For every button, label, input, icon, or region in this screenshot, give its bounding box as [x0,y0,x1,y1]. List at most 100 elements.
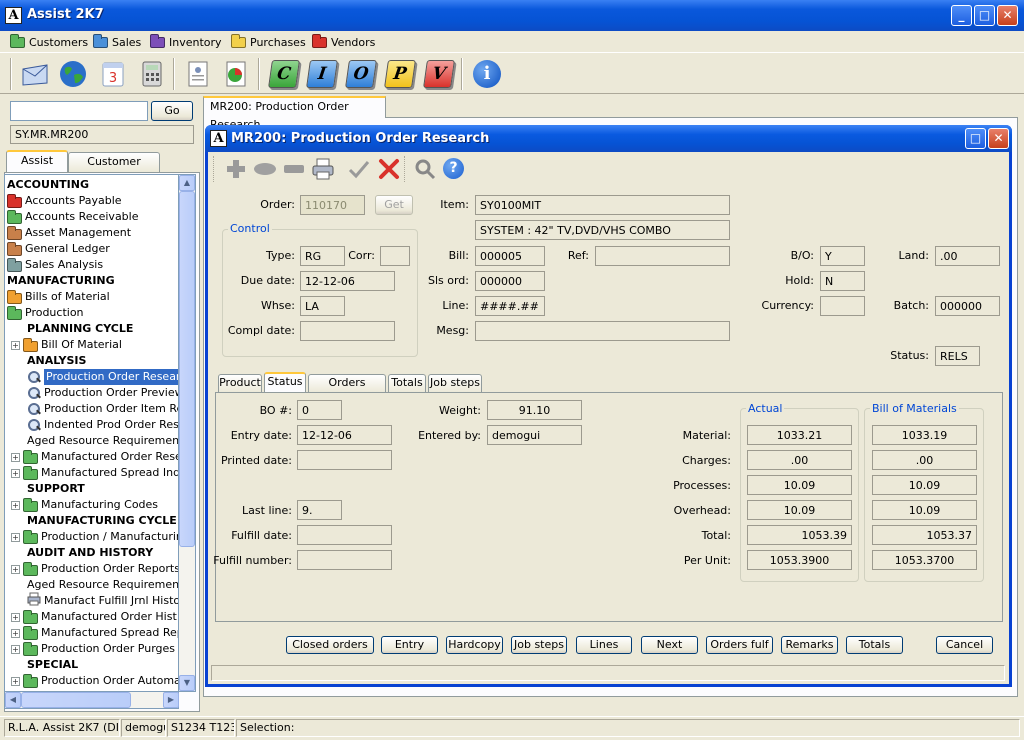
remarks-button[interactable]: Remarks [781,636,838,654]
bo-number-field[interactable] [297,400,342,420]
ref-field[interactable] [595,246,730,266]
mesg-field[interactable] [475,321,730,341]
expand-icon[interactable]: + [11,468,20,478]
item-field[interactable] [475,195,730,215]
scroll-left-icon[interactable]: ◀ [5,692,21,708]
close-button[interactable]: ✕ [997,5,1018,26]
actual-material-field[interactable] [747,425,852,445]
tab-product[interactable]: Product [218,374,262,392]
add-button[interactable] [225,158,247,183]
menu-purchases[interactable]: Purchases [231,33,306,50]
calendar-button[interactable]: 3 [97,58,129,90]
tree-item[interactable]: + Manufacturing Codes [11,497,158,513]
compl-date-field[interactable] [300,321,395,341]
tree-item[interactable]: Production Order Item Res [27,401,178,417]
inventory-shortcut-button[interactable]: I [306,58,338,90]
vendors-shortcut-button[interactable]: V [423,58,455,90]
tree-item[interactable]: Aged Resource Requirements R [27,577,178,593]
expand-icon[interactable]: + [11,628,20,638]
tab-status[interactable]: Status [264,372,306,392]
scroll-down-icon[interactable]: ▼ [179,675,195,691]
fulfill-number-field[interactable] [297,550,392,570]
weight-field[interactable] [487,400,582,420]
tree-item[interactable]: + Manufactured Spread Repo [11,625,178,641]
lines-button[interactable]: Lines [576,636,632,654]
tab-job-steps[interactable]: Job steps [428,374,482,392]
menu-customers[interactable]: Customers [10,33,88,50]
tab-totals[interactable]: Totals [388,374,426,392]
printed-date-field[interactable] [297,450,392,470]
tree-item[interactable]: + Production Order Reports [11,561,178,577]
go-button[interactable]: Go [151,101,193,121]
minimize-button[interactable]: _ [951,5,972,26]
expand-icon[interactable]: + [11,612,20,622]
tab-orders-fulfilled[interactable]: Orders fulfilled [308,374,386,405]
tree-item[interactable]: Asset Management [7,225,131,241]
customers-shortcut-button[interactable]: C [268,58,300,90]
totals-button[interactable]: Totals [846,636,903,654]
closed-orders-button[interactable]: Closed orders [286,636,374,654]
entered-by-field[interactable] [487,425,582,445]
tree-item[interactable]: Bills of Material [7,289,110,305]
purchases-shortcut-button[interactable]: P [384,58,416,90]
expand-icon[interactable]: + [11,676,20,686]
tree-item[interactable]: Sales Analysis [7,257,103,273]
cancel-x-button[interactable] [378,158,400,183]
form-maximize-button[interactable]: □ [965,128,986,149]
menu-sales[interactable]: Sales [93,33,141,50]
last-line-field[interactable] [297,500,342,520]
currency-field[interactable] [820,296,865,316]
actual-per-unit-field[interactable] [747,550,852,570]
bom-per-unit-field[interactable] [872,550,977,570]
scroll-right-icon[interactable]: ▶ [163,692,179,708]
next-button[interactable]: Next [641,636,698,654]
tree-item[interactable]: + Production Order Purges [11,641,175,657]
tab-assist-2k7[interactable]: Assist 2K7 [6,150,68,185]
entry-date-field[interactable] [297,425,392,445]
fulfill-date-field[interactable] [297,525,392,545]
menu-inventory[interactable]: Inventory [150,33,222,50]
scroll-up-icon[interactable]: ▲ [179,175,195,191]
actual-processes-field[interactable] [747,475,852,495]
corr-field[interactable] [380,246,410,266]
tree-horizontal-scrollbar[interactable]: ◀ ▶ [4,692,179,709]
batch-field[interactable] [935,296,1000,316]
orders-fulf-button[interactable]: Orders fulf [706,636,773,654]
expand-icon[interactable]: + [11,532,20,542]
tree-item[interactable]: General Ledger [7,241,110,257]
hscroll-thumb[interactable] [21,692,131,708]
type-field[interactable] [300,246,345,266]
bo-field[interactable] [820,246,865,266]
mail-button[interactable] [19,58,51,90]
tree-item[interactable]: Accounts Payable [7,193,122,209]
expand-icon[interactable]: + [11,452,20,462]
bom-total-field[interactable] [872,525,977,545]
expand-icon[interactable]: + [11,500,20,510]
tree-item[interactable]: Manufact Fulfill Jrnl History [27,592,178,609]
print-button[interactable] [311,157,335,184]
edit-button[interactable] [253,158,277,183]
tree-item[interactable]: + Manufactured Order Hist R [11,609,178,625]
menu-vendors[interactable]: Vendors [312,33,375,50]
bill-field[interactable] [475,246,545,266]
hardcopy-button[interactable]: Hardcopy [446,636,503,654]
tree-item[interactable]: Indented Prod Order Resea [27,417,178,433]
info-button[interactable]: i [471,58,503,90]
tree-item[interactable]: + Production Order Automati [11,673,178,689]
expand-icon[interactable]: + [11,564,20,574]
search-button[interactable] [414,158,436,183]
actual-overhead-field[interactable] [747,500,852,520]
bom-overhead-field[interactable] [872,500,977,520]
status-field[interactable] [935,346,980,366]
cancel-button[interactable]: Cancel [936,636,993,654]
doc-tab-mr200[interactable]: MR200: Production Order Research [203,96,386,131]
report-button[interactable] [182,58,214,90]
actual-charges-field[interactable] [747,450,852,470]
expand-icon[interactable]: + [11,644,20,654]
hold-field[interactable] [820,271,865,291]
whse-field[interactable] [300,296,345,316]
form-close-button[interactable]: ✕ [988,128,1009,149]
bom-processes-field[interactable] [872,475,977,495]
tree-item[interactable]: Accounts Receivable [7,209,139,225]
tab-customer-service[interactable]: Customer Service [68,152,160,186]
